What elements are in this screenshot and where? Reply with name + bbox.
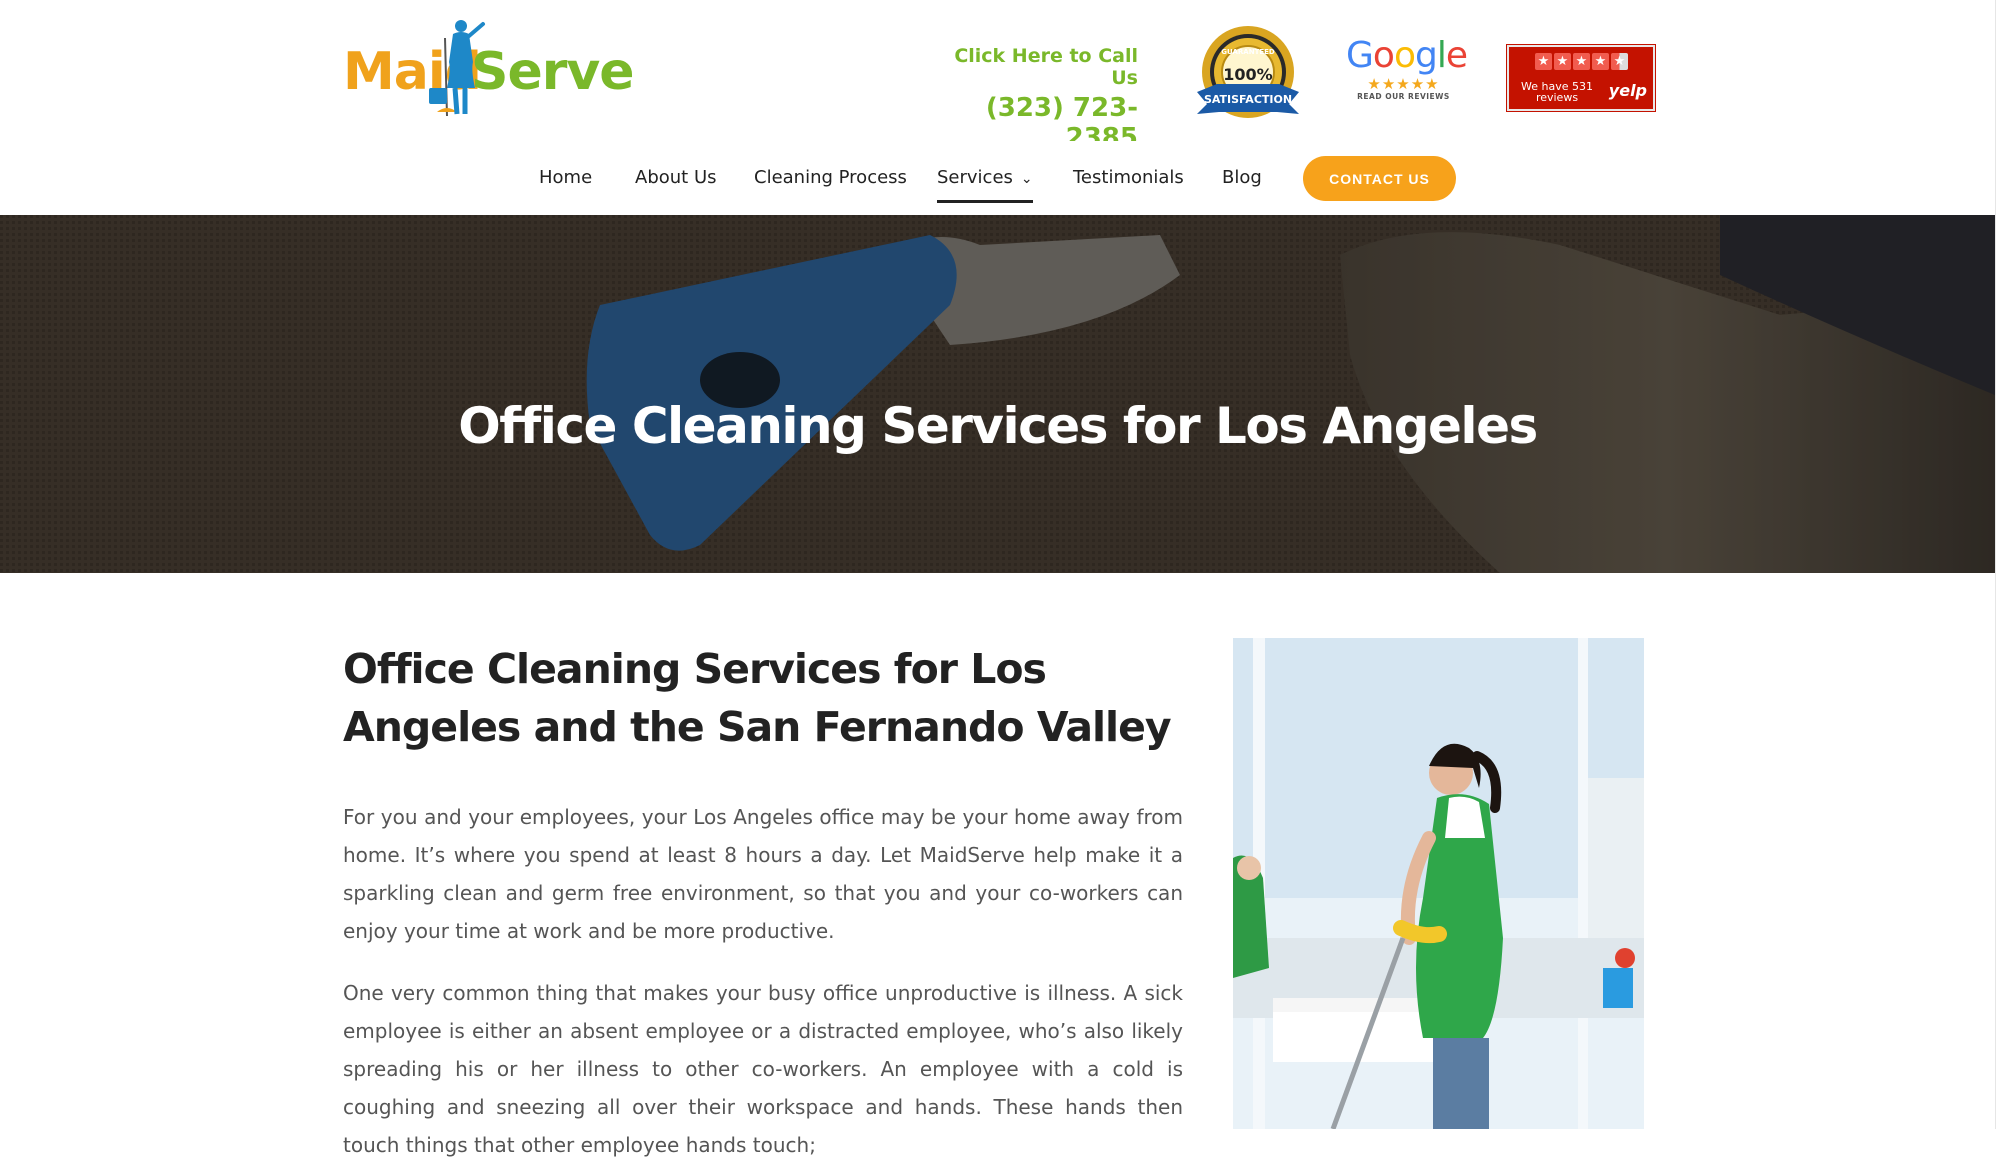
google-reviews-badge[interactable]: Google ★★★★★ READ OUR REVIEWS bbox=[1346, 35, 1468, 108]
guarantee-percent: 100% bbox=[1223, 65, 1272, 84]
yelp-stars-icon: ★ ★ ★ ★ ★ bbox=[1535, 53, 1628, 70]
main-content: Office Cleaning Services for Los Angeles… bbox=[343, 640, 1183, 1164]
chevron-down-icon: ⌄ bbox=[1020, 171, 1033, 187]
guarantee-seal-icon: 100% GUARANTEED SATISFACTION bbox=[1197, 26, 1299, 118]
google-reviews-subtitle: READ OUR REVIEWS bbox=[1357, 92, 1450, 101]
hero-banner: Office Cleaning Services for Los Angeles bbox=[0, 215, 1995, 573]
office-cleaning-photo bbox=[1233, 638, 1644, 1129]
page-heading: Office Cleaning Services for Los Angeles… bbox=[343, 645, 1172, 751]
nav-item-about-us[interactable]: About Us bbox=[635, 141, 717, 215]
nav-item-testimonials[interactable]: Testimonials bbox=[1073, 141, 1184, 215]
nav-item-services[interactable]: Services ⌄ bbox=[937, 141, 1033, 215]
nav-item-blog[interactable]: Blog bbox=[1222, 141, 1262, 215]
window-right-edge bbox=[1995, 0, 2000, 1129]
yelp-reviews-badge[interactable]: ★ ★ ★ ★ ★ We have 531 reviews yelp bbox=[1506, 44, 1656, 112]
contact-us-button[interactable]: CONTACT US bbox=[1303, 156, 1456, 201]
guarantee-ribbon-text: SATISFACTION bbox=[1204, 93, 1292, 106]
call-us-link[interactable]: Click Here to Call Us bbox=[948, 45, 1138, 89]
site-header: Maid Serve Click Here to Call Us (323) 7… bbox=[0, 0, 1995, 153]
yelp-logo: yelp bbox=[1608, 81, 1647, 100]
hero-title: Office Cleaning Services for Los Angeles bbox=[458, 396, 1538, 455]
google-stars-icon: ★★★★★ bbox=[1367, 75, 1440, 93]
content-paragraph-2: One very common thing that makes your bu… bbox=[343, 981, 1183, 1157]
hero-background-image bbox=[0, 215, 1995, 573]
main-navigation: Home About Us Cleaning Process Services ⌄… bbox=[0, 141, 1995, 215]
call-us-block: Click Here to Call Us (323) 723-2385 bbox=[948, 45, 1138, 153]
satisfaction-guarantee-badge: 100% GUARANTEED SATISFACTION bbox=[1193, 22, 1303, 132]
yelp-review-count: We have 531 reviews bbox=[1521, 80, 1593, 104]
google-wordmark: Google bbox=[1346, 35, 1468, 76]
guarantee-top-text: GUARANTEED bbox=[1221, 48, 1275, 56]
woman-mopping-office-image bbox=[1233, 638, 1644, 1129]
site-logo[interactable]: Maid Serve bbox=[343, 18, 635, 120]
logo-serve-text: Serve bbox=[471, 42, 635, 102]
nav-item-cleaning-process[interactable]: Cleaning Process bbox=[754, 141, 907, 215]
nav-item-home[interactable]: Home bbox=[539, 141, 592, 215]
content-paragraph-1: For you and your employees, your Los Ang… bbox=[343, 805, 1183, 943]
nav-item-services-label: Services bbox=[937, 167, 1013, 188]
